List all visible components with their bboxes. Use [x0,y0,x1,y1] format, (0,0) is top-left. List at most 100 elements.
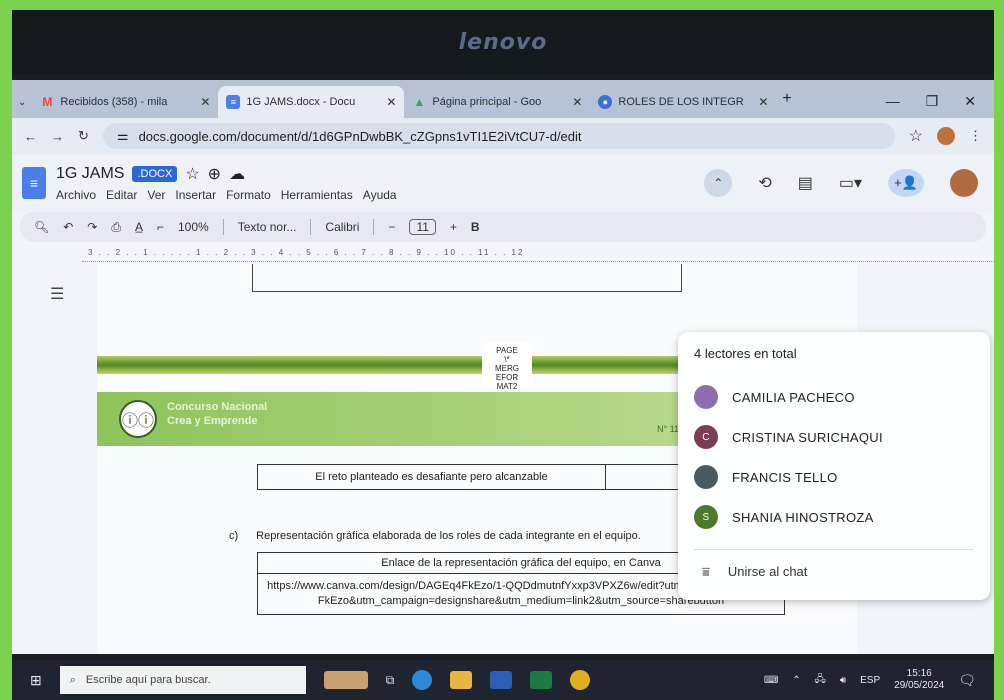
monitor-bezel: lenovo [12,10,994,74]
close-icon[interactable]: ✕ [758,95,768,109]
bold-button[interactable]: B [471,220,480,234]
language-indicator[interactable]: ESP [860,675,880,686]
tab-gmail[interactable]: M Recibidos (358) - mila ✕ [32,86,218,118]
menu-ayuda[interactable]: Ayuda [363,188,397,202]
join-chat-label: Unirse al chat [727,564,808,579]
word-icon[interactable] [490,671,513,689]
chevron-up-icon[interactable]: ⌃ [704,169,733,197]
paint-format-icon[interactable]: ⌐ [157,220,164,234]
volume-icon[interactable]: 🔊︎ [840,675,846,686]
close-icon[interactable]: ✕ [200,95,210,109]
star-icon[interactable]: ☆ [909,126,923,146]
docs-logo-icon[interactable]: ≡ [22,167,46,199]
excel-icon[interactable] [530,671,553,689]
menu-dots-icon[interactable]: ⋮ [969,128,982,144]
site-info-icon[interactable]: ⚌ [117,128,129,144]
forward-icon[interactable]: → [51,129,64,144]
chevron-up-icon[interactable]: ⌃ [792,675,800,686]
viewer-item[interactable]: CAMILIA PACHECO [694,377,974,417]
windows-start-icon[interactable]: ⊞ [30,672,42,689]
close-window-icon[interactable]: ✕ [964,93,976,110]
table-bottom-edge [252,264,682,292]
history-icon[interactable]: ⟲ [758,173,771,193]
meet-icon[interactable]: ▭▾ [839,173,862,193]
notification-icon[interactable]: 🗨︎ [958,672,976,689]
format-toolbar: 🔍︎ ↶ ↷ ⎙ A̲ ⌐ 100% Texto nor... Calibri … [20,212,986,242]
docs-app: ≡ 1G JAMS .DOCX ☆ ⊕ ☁ Archivo Editar Ver… [12,154,994,654]
viewer-name: SHANIA HINOSTROZA [732,509,874,525]
taskbar-search[interactable]: ⌕ Escribe aquí para buscar. [59,666,306,694]
tab-roles[interactable]: ● ROLES DE LOS INTEGR ✕ [590,86,776,118]
menu-bar: Archivo Editar Ver Insertar Formato Herr… [56,188,397,202]
task-view-icon[interactable]: ⧉ [386,673,395,688]
viewer-item[interactable]: FRANCIS TELLO [694,457,974,497]
menu-archivo[interactable]: Archivo [56,188,96,202]
user-avatar[interactable] [950,169,978,197]
tab-search-icon[interactable]: ⌄ [18,97,32,118]
share-icon[interactable]: +👤 [888,169,924,197]
ruler[interactable]: 3 . . 2 . . 1 . . . . . 1 . . 2 . . 3 . … [82,244,994,262]
clock[interactable]: 15:16 29/05/2024 [894,668,944,692]
print-icon[interactable]: ⎙ [111,220,121,235]
avatar: S [694,505,718,529]
browser-tab-bar: ⌄ M Recibidos (358) - mila ✕ ≡ 1G JAMS.d… [12,80,994,118]
network-icon[interactable]: 🖧︎ [815,672,826,689]
viewer-item[interactable]: S SHANIA HINOSTROZA [694,497,974,537]
restore-icon[interactable]: ❐ [926,93,939,110]
close-icon[interactable]: ✕ [572,95,582,109]
profile-avatar[interactable] [937,127,955,145]
cloud-icon[interactable]: ☁ [229,164,245,184]
viewer-name: CRISTINA SURICHAQUI [732,429,883,445]
star-icon[interactable]: ☆ [185,164,199,184]
menu-herramientas[interactable]: Herramientas [281,188,353,202]
banner-line1: Concurso Nacional [167,401,268,413]
explorer-icon[interactable] [450,671,473,689]
tab-label: Página principal - Goo [432,96,542,108]
font-size-increase[interactable]: + [450,220,457,234]
address-bar[interactable]: ⚌ docs.google.com/document/d/1d6GPnDwbBK… [102,123,895,149]
zoom-select[interactable]: 100% [178,220,209,234]
viewer-item[interactable]: C CRISTINA SURICHAQUI [694,417,974,457]
menu-formato[interactable]: Formato [226,188,271,202]
redo-icon[interactable]: ↷ [87,220,97,234]
docs-icon: ≡ [226,95,241,109]
font-select[interactable]: Calibri [325,220,359,234]
keyboard-icon[interactable]: ⌨ [764,675,778,686]
comment-icon[interactable]: ▤ [798,173,813,193]
item-text: Representación gráfica elaborada de los … [256,530,641,542]
back-icon[interactable]: ← [24,129,37,144]
tab-sites[interactable]: ▲ Página principal - Goo ✕ [404,86,590,118]
search-placeholder: Escribe aquí para buscar. [85,674,211,686]
weather-icon[interactable] [323,671,368,689]
edge-icon[interactable] [412,670,433,690]
reload-icon[interactable]: ↻ [78,128,89,144]
minimize-icon[interactable]: — [886,93,900,110]
font-size-input[interactable]: 11 [409,219,436,235]
header-actions: ⌃ ⟲ ▤ ▭▾ +👤 [704,169,984,197]
viewer-name: FRANCIS TELLO [732,469,838,485]
item-letter: c) [229,530,239,542]
new-tab-button[interactable]: + [776,90,791,118]
close-icon[interactable]: ✕ [386,95,396,109]
undo-icon[interactable]: ↶ [63,220,73,234]
menu-editar[interactable]: Editar [106,188,137,202]
url-text: docs.google.com/document/d/1d6GPnDwbBK_c… [138,128,582,144]
search-icon[interactable]: 🔍︎ [34,220,49,234]
tab-label: ROLES DE LOS INTEGR [618,96,744,108]
chrome-icon[interactable] [570,670,591,690]
search-icon: ⌕ [69,673,76,686]
table-cell-left: El reto planteado es desafiante pero alc… [258,465,606,489]
outline-icon[interactable]: ☰ [50,284,64,304]
spellcheck-icon[interactable]: A̲ [135,220,143,234]
windows-taskbar: ⊞ ⌕ Escribe aquí para buscar. ⧉ ⌨ ⌃ 🖧︎ 🔊… [12,660,994,700]
font-size-decrease[interactable]: − [388,220,395,234]
doc-header: ≡ 1G JAMS .DOCX ☆ ⊕ ☁ Archivo Editar Ver… [12,154,994,212]
menu-ver[interactable]: Ver [147,188,165,202]
tab-docs[interactable]: ≡ 1G JAMS.docx - Docu ✕ [218,86,405,118]
join-chat-button[interactable]: ⩸ Unirse al chat [694,549,974,580]
move-icon[interactable]: ⊕ [208,164,221,184]
doc-title[interactable]: 1G JAMS [56,165,124,183]
avatar: C [694,425,718,449]
menu-insertar[interactable]: Insertar [175,188,216,202]
style-select[interactable]: Texto nor... [238,220,297,234]
